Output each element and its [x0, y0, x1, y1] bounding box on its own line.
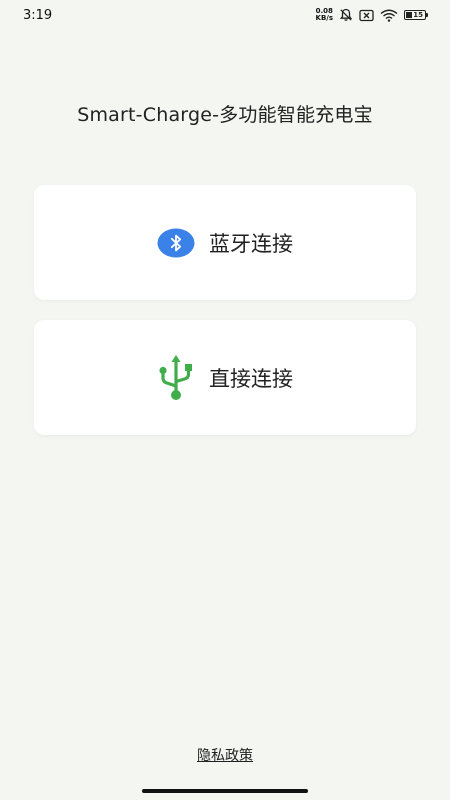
no-sim-icon — [359, 9, 374, 22]
status-icons: 0.08 KB/s 15 — [316, 6, 428, 24]
muted-bell-icon — [339, 8, 353, 22]
app-title: Smart-Charge-多功能智能充电宝 — [77, 104, 373, 126]
battery-icon: 15 — [404, 10, 428, 20]
status-bar: 3:19 0.08 KB/s 15 — [0, 0, 450, 30]
usb-icon — [157, 353, 195, 403]
bluetooth-connect-label: 蓝牙连接 — [209, 231, 293, 256]
battery-level: 15 — [413, 11, 423, 19]
privacy-policy-link[interactable]: 隐私政策 — [197, 748, 253, 764]
status-time: 3:19 — [23, 8, 53, 23]
home-indicator[interactable] — [142, 789, 308, 793]
network-speed-unit: KB/s — [315, 14, 333, 22]
network-speed: 0.08 KB/s — [316, 8, 333, 22]
privacy-policy-container: 隐私政策 — [0, 745, 450, 765]
direct-connect-label: 直接连接 — [209, 366, 293, 391]
battery-fill — [406, 12, 412, 18]
wifi-icon — [380, 9, 398, 22]
bluetooth-icon — [157, 228, 195, 258]
direct-connect-button[interactable]: 直接连接 — [34, 320, 416, 435]
bluetooth-connect-button[interactable]: 蓝牙连接 — [34, 185, 416, 300]
